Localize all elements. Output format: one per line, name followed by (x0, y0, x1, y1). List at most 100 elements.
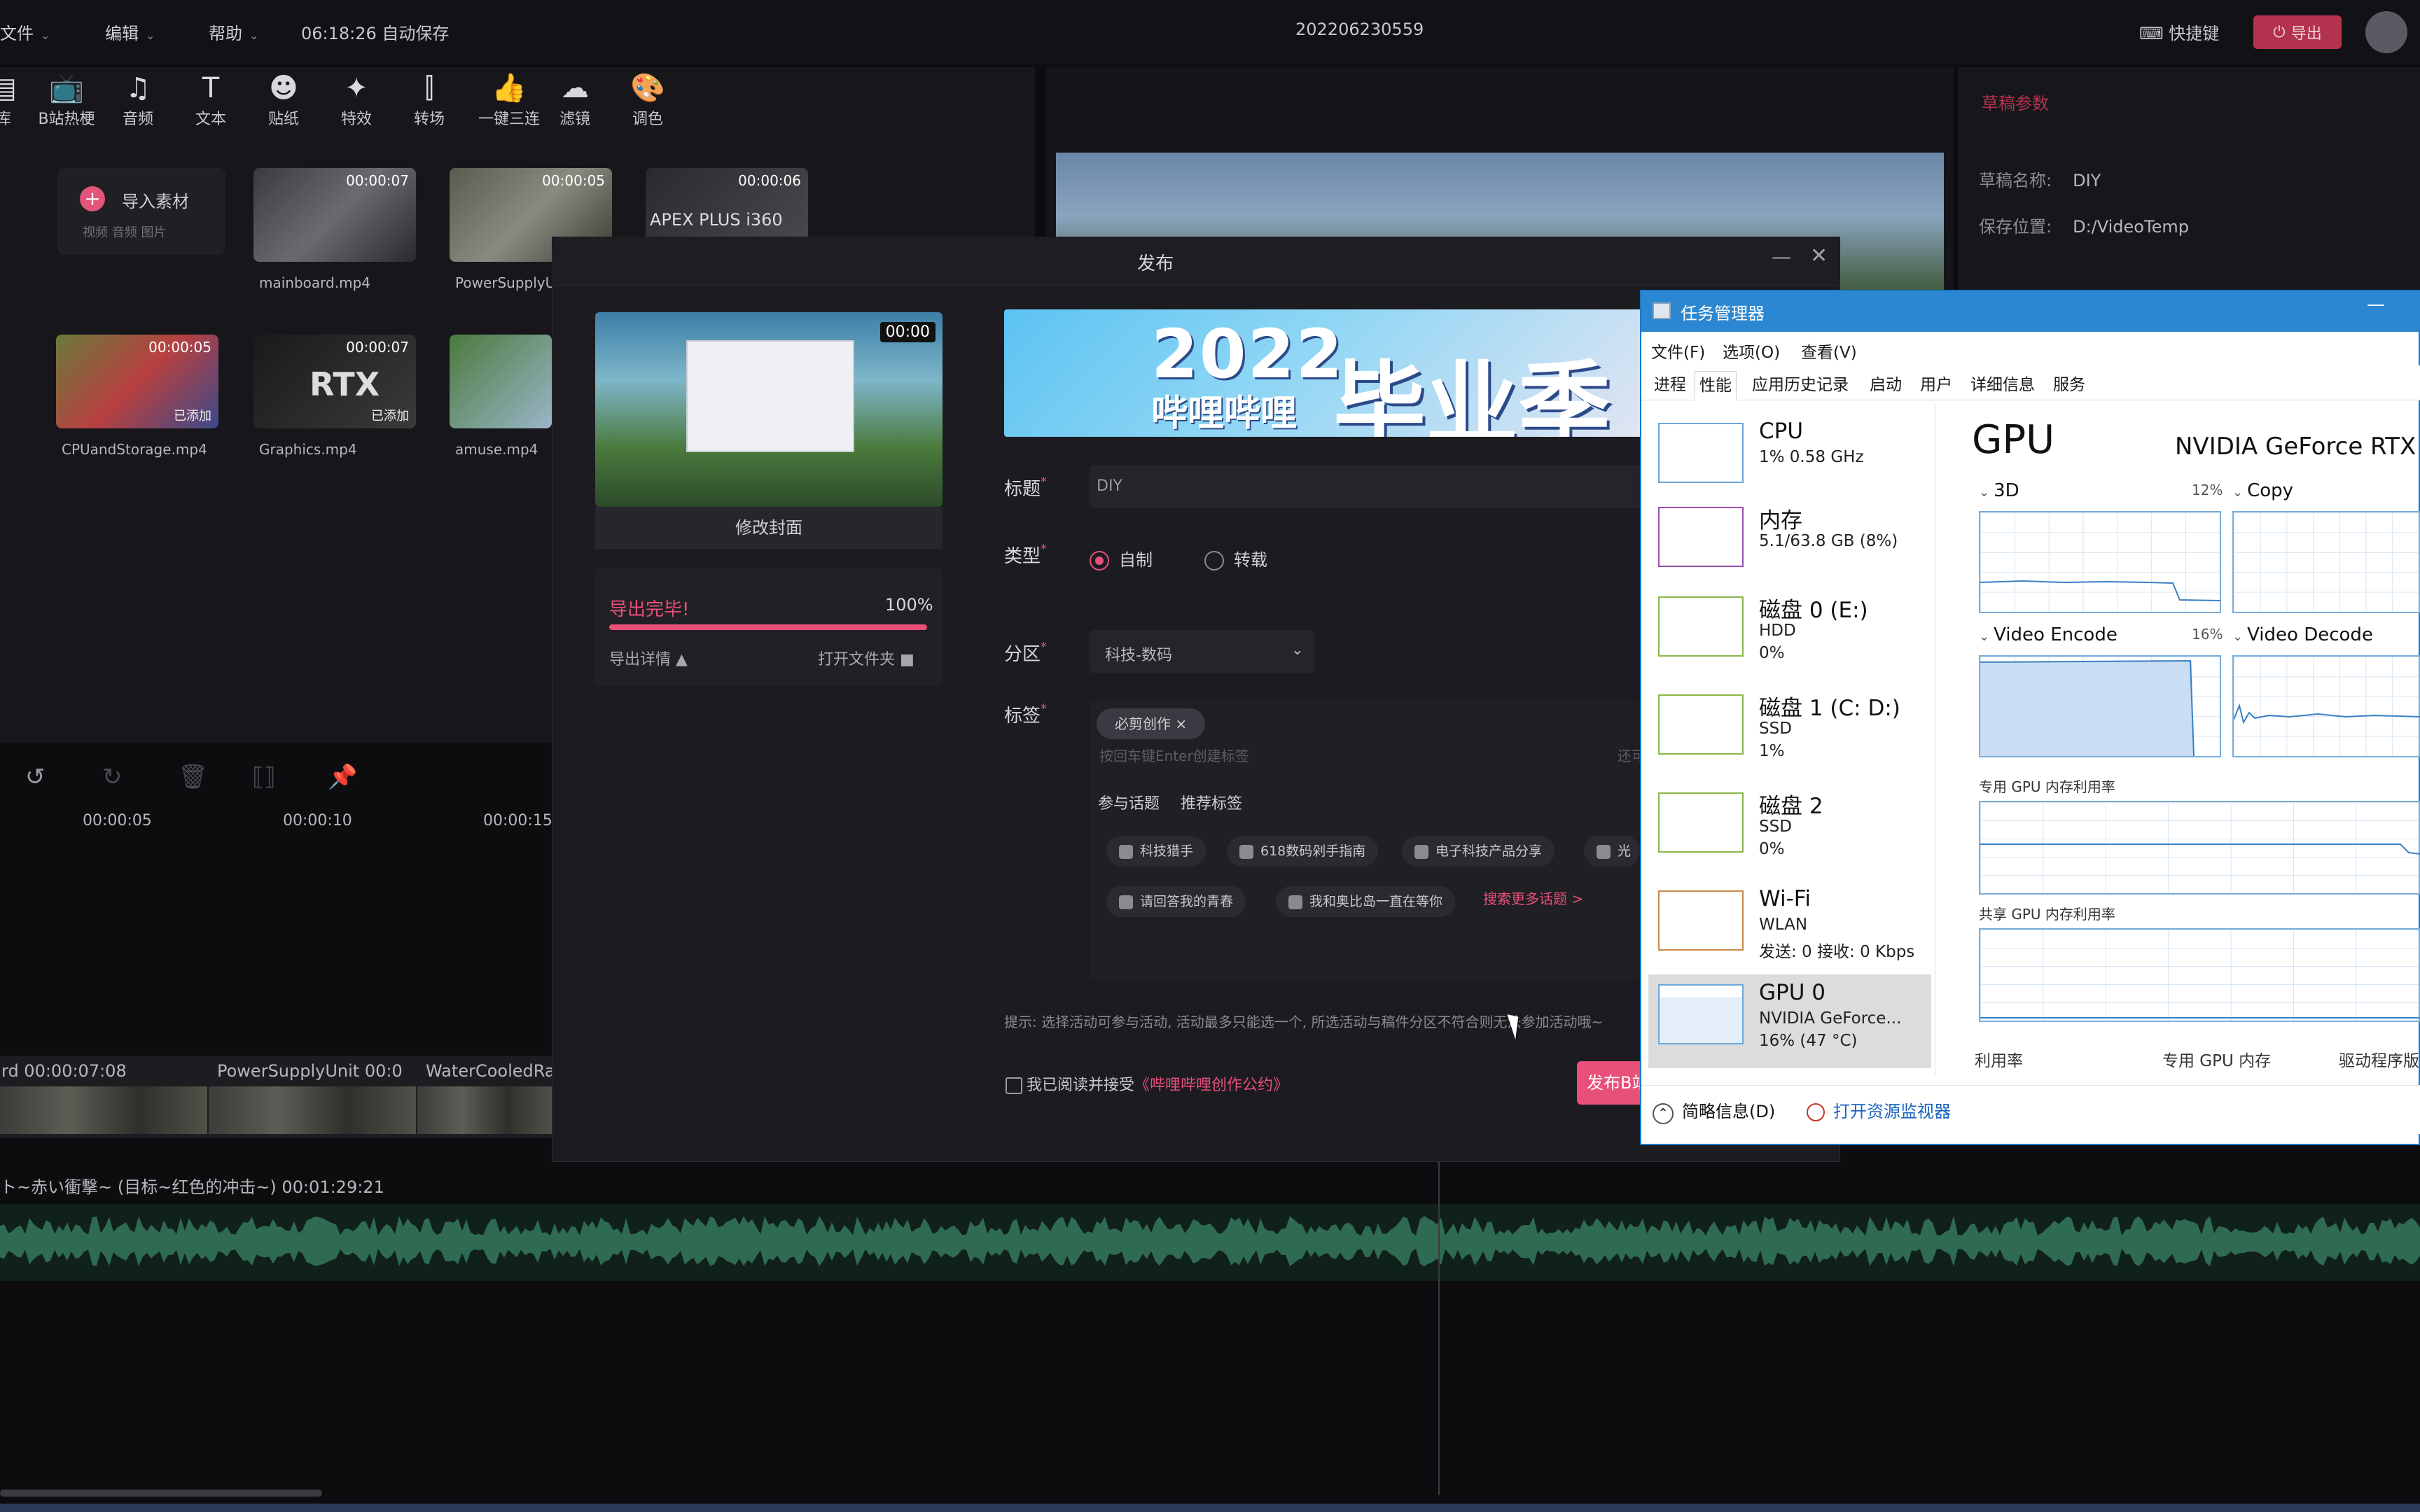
minimize-icon[interactable]: — (2367, 294, 2385, 315)
tool-color[interactable]: 🎨 调色 (616, 70, 679, 129)
menu-help[interactable]: 帮助 ⌄ (209, 20, 258, 44)
duration-label: 00:00:07 (346, 172, 409, 189)
export-detail-toggle[interactable]: 导出详情 ▲ (609, 647, 688, 669)
tab-users[interactable]: 用户 (1916, 371, 1956, 400)
menu-file[interactable]: 文件 ⌄ (0, 20, 50, 44)
type-radio-repost[interactable]: 转载 (1204, 546, 1267, 570)
resource-disk-2[interactable]: 磁盘 2 SSD 0% (1648, 783, 1931, 876)
media-thumb[interactable]: 00:00:05 已添加 (56, 335, 218, 428)
tool-triple-like[interactable]: 👍 一键三连 (471, 70, 548, 129)
close-icon[interactable]: ✕ (1810, 244, 1828, 268)
tm-menu-file[interactable]: 文件(F) (1651, 339, 1705, 363)
tool-effects[interactable]: ✦ 特效 (325, 70, 388, 129)
pin-icon[interactable]: 📌 (328, 763, 357, 791)
tab-performance[interactable]: 性能 (1695, 371, 1737, 400)
topic-chip[interactable]: 电子科技产品分享 (1402, 836, 1555, 867)
resource-wifi[interactable]: Wi-Fi WLAN 发送: 0 接收: 0 Kbps (1648, 881, 1931, 974)
timeline-clip[interactable] (417, 1086, 552, 1134)
tag-chip[interactable]: 必剪创作 × (1097, 708, 1206, 739)
convention-link[interactable]: 《哔哩哔哩创作公约》 (1134, 1077, 1288, 1094)
chevron-down-icon: ⌄ (1979, 629, 1990, 644)
tool-label: 转场 (413, 111, 445, 128)
audio-waveform[interactable] (0, 1204, 2420, 1281)
split-icon[interactable]: ⟦⟧ (252, 763, 276, 791)
tool-transition[interactable]: ⫿ 转场 (398, 70, 461, 129)
engine-label: Copy (2247, 480, 2294, 501)
resource-cpu[interactable]: CPU 1% 0.58 GHz (1648, 413, 1931, 507)
engine-video-decode-selector[interactable]: ⌄ Video Decode (2232, 624, 2373, 645)
topic-chip[interactable]: 618数码剁手指南 (1227, 836, 1379, 867)
graph-video-decode (2232, 655, 2420, 757)
category-label: 分区* (1004, 640, 1048, 665)
fewer-details-button[interactable]: ⌃ 简略信息(D) (1653, 1098, 1775, 1124)
cover-preview[interactable]: 00:00 (595, 312, 943, 507)
tab-app-history[interactable]: 应用历史记录 (1748, 371, 1853, 400)
resource-name: GPU 0 (1759, 980, 1826, 1005)
media-thumb[interactable]: 00:00:07 RTX 已添加 (253, 335, 416, 428)
duration-label: 00:00:05 (148, 339, 211, 356)
resource-gpu-0[interactable]: GPU 0 NVIDIA GeForce... 16% (47 °C) (1648, 974, 1931, 1068)
tm-menu-options[interactable]: 选项(O) (1723, 339, 1780, 363)
agree-checkbox[interactable]: 我已阅读并接受《哔哩哔哩创作公约》 (1006, 1072, 1288, 1095)
type-radio-self[interactable]: 自制 (1090, 546, 1153, 570)
menu-edit[interactable]: 编辑 ⌄ (105, 20, 155, 44)
tool-filter[interactable]: ☁ 滤镜 (543, 70, 606, 129)
resource-memory[interactable]: 内存 5.1/63.8 GB (8%) (1648, 497, 1931, 591)
tab-recommended-tags[interactable]: 推荐标签 (1181, 791, 1242, 813)
tag-input[interactable]: 按回车键Enter创建标签 (1099, 745, 1249, 765)
engine-3d-selector[interactable]: ⌄ 3D (1979, 480, 2019, 501)
engine-percent: 12% (2192, 482, 2223, 498)
undo-icon[interactable]: ↺ (25, 763, 46, 791)
window-bottom-edge (0, 1504, 2420, 1512)
tab-topics[interactable]: 参与话题 (1098, 791, 1160, 813)
tool-audio[interactable]: ♫ 音频 (106, 70, 169, 129)
import-media-button[interactable]: + 导入素材 视频 音频 图片 (57, 168, 225, 255)
ruler-tick: 00:00:05 (83, 812, 152, 830)
media-thumb[interactable] (450, 335, 552, 428)
resource-disk-0[interactable]: 磁盘 0 (E:) HDD 0% (1648, 587, 1931, 680)
media-thumb[interactable]: 00:00:07 (253, 168, 416, 262)
category-select[interactable]: 科技-数码 ⌄ (1090, 630, 1315, 673)
type-label: 类型* (1004, 542, 1048, 567)
avatar[interactable] (2365, 11, 2407, 53)
open-folder-button[interactable]: 打开文件夹 ■ (818, 647, 915, 669)
banner-year: 2022 (1151, 315, 1344, 393)
topic-chip[interactable]: 请回答我的青春 (1106, 886, 1246, 917)
timeline-clip[interactable] (209, 1086, 416, 1134)
engine-video-encode-selector[interactable]: ⌄ Video Encode (1979, 624, 2118, 645)
resource-disk-1[interactable]: 磁盘 1 (C: D:) SSD 1% (1648, 685, 1931, 778)
tab-details[interactable]: 详细信息 (1966, 371, 2039, 400)
radio-empty-icon (1204, 551, 1224, 570)
playhead[interactable] (1438, 1159, 1440, 1495)
search-more-topics-link[interactable]: 搜索更多话题 > (1483, 888, 1583, 908)
cover-time: 00:00 (879, 322, 936, 342)
tab-startup[interactable]: 启动 (1865, 371, 1906, 400)
tab-processes[interactable]: 进程 (1650, 371, 1690, 400)
engine-copy-selector[interactable]: ⌄ Copy (2232, 480, 2293, 501)
export-button[interactable]: ⏻ 导出 (2253, 15, 2342, 49)
timeline-clip[interactable] (0, 1086, 207, 1134)
title-input[interactable]: DIY (1090, 465, 1720, 508)
footer-driver: 驱动程序版 (2339, 1052, 2419, 1070)
delete-icon[interactable]: 🗑 (178, 763, 208, 791)
resource-detail: 0% (1759, 840, 1785, 858)
tool-text[interactable]: T 文本 (179, 70, 242, 129)
tool-bilibili-memes[interactable]: 📺 B站热梗 (35, 70, 98, 129)
event-banner[interactable]: 2022 哔哩哔哩 毕业季 (1004, 309, 1718, 437)
topic-chip[interactable]: 光 (1584, 836, 1640, 867)
topic-chip[interactable]: 我和奥比岛一直在等你 (1276, 886, 1456, 917)
shortcut-button[interactable]: ⌨ 快捷键 (2139, 20, 2219, 44)
chevron-down-icon: ⌄ (1291, 641, 1304, 659)
tm-menu-view[interactable]: 查看(V) (1801, 339, 1857, 363)
timeline-scrollbar[interactable] (0, 1490, 322, 1497)
category-value: 科技-数码 (1105, 647, 1172, 664)
minimize-icon[interactable]: — (1772, 245, 1791, 268)
open-resource-monitor-link[interactable]: 打开资源监视器 (1807, 1098, 1951, 1122)
tool-library[interactable]: ▤ 库 (0, 70, 35, 129)
topic-chip[interactable]: 科技猎手 (1106, 836, 1206, 867)
tab-services[interactable]: 服务 (2049, 371, 2089, 400)
transition-icon: ⫿ (424, 72, 434, 104)
redo-icon[interactable]: ↻ (102, 763, 123, 791)
edit-cover-button[interactable]: 修改封面 (595, 507, 943, 549)
tool-sticker[interactable]: ☻ 贴纸 (252, 70, 315, 129)
